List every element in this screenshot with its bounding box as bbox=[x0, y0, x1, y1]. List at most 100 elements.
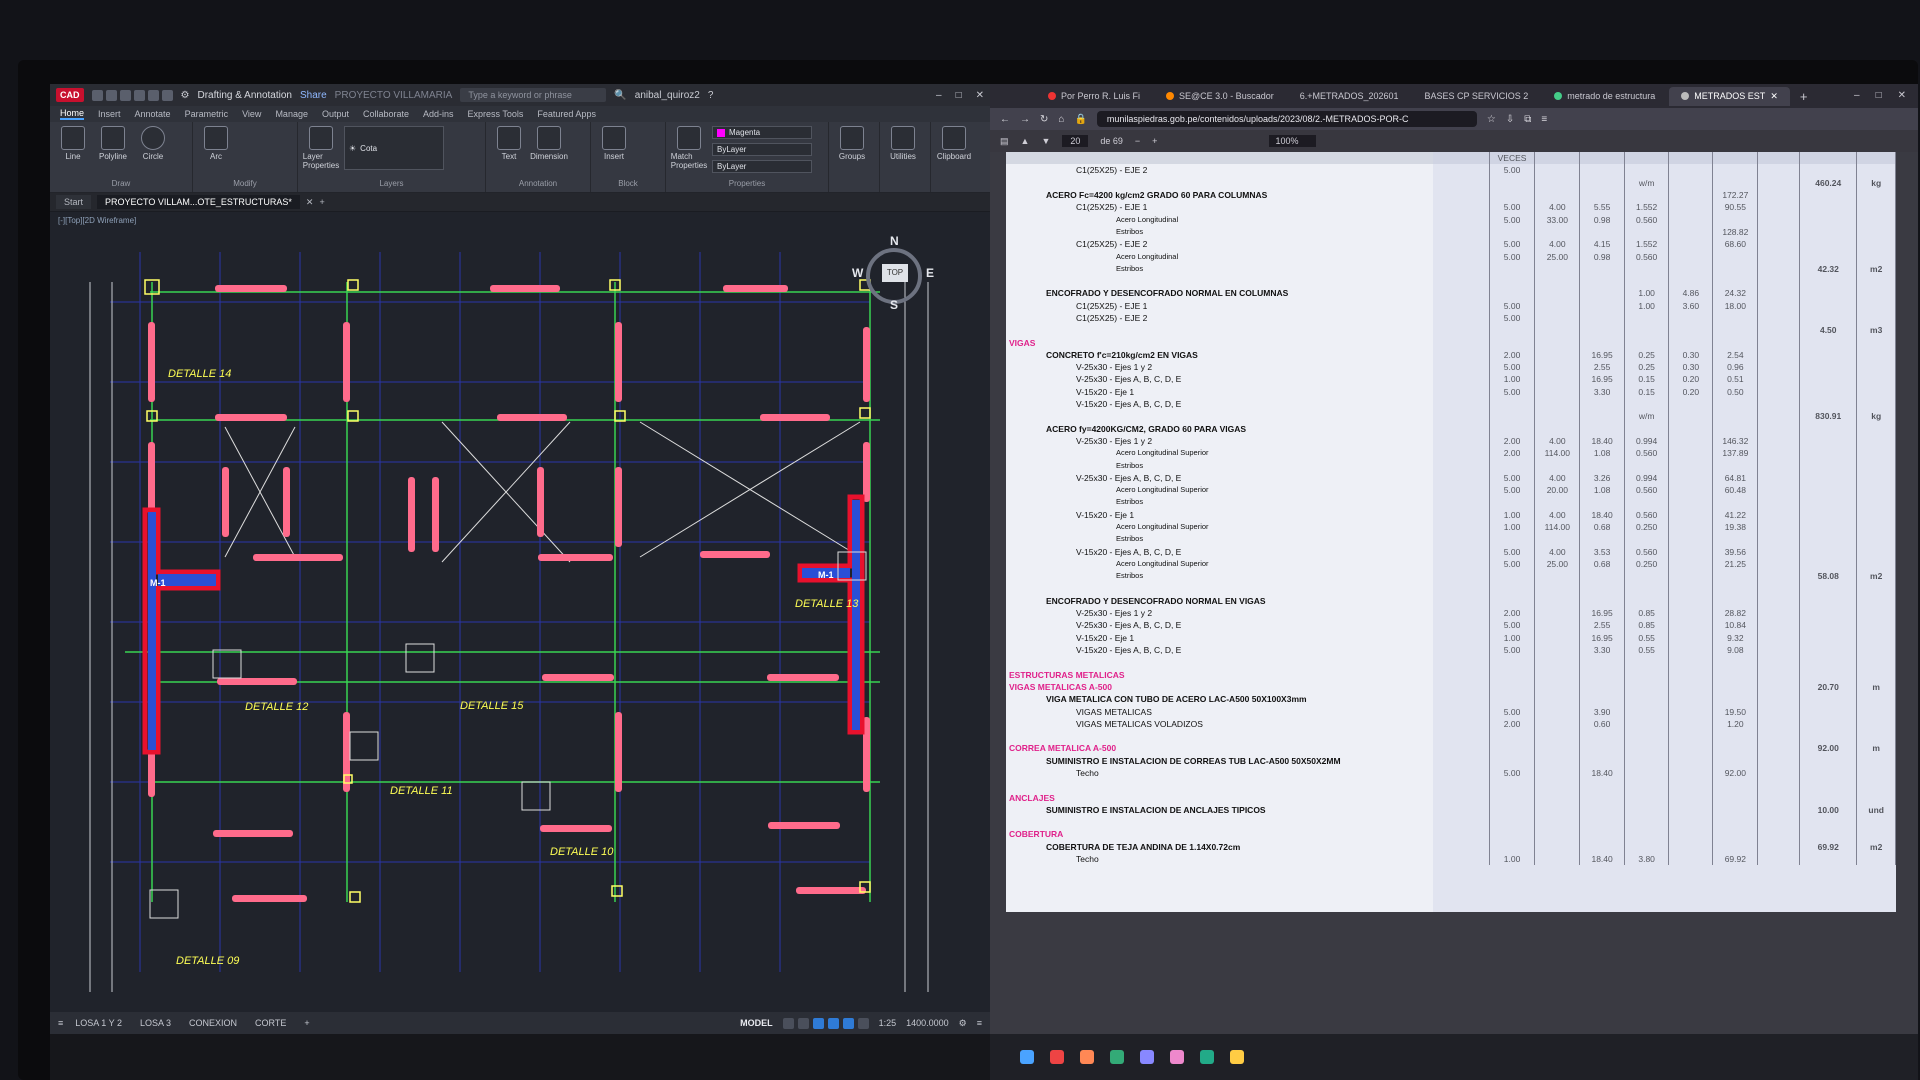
save-icon[interactable] bbox=[119, 89, 131, 101]
grid-icon[interactable] bbox=[782, 1017, 794, 1029]
polar-icon[interactable] bbox=[827, 1017, 839, 1029]
browser-tab-active[interactable]: METRADOS EST ✕ bbox=[1669, 86, 1790, 106]
detail-10-label[interactable]: DETALLE 10 bbox=[550, 846, 614, 858]
line-tool[interactable]: Line bbox=[56, 126, 90, 161]
whatsapp-icon[interactable] bbox=[1110, 1050, 1124, 1064]
tab-addins[interactable]: Add-ins bbox=[423, 109, 454, 119]
linetype-dropdown[interactable]: ByLayer bbox=[712, 143, 812, 156]
search-icon[interactable]: 🔍 bbox=[614, 90, 626, 101]
model-space-button[interactable]: MODEL bbox=[740, 1018, 773, 1028]
match-properties-button[interactable]: Match Properties bbox=[671, 126, 707, 173]
tab-manage[interactable]: Manage bbox=[275, 109, 308, 119]
browser-tab-5[interactable]: metrado de estructura bbox=[1542, 87, 1667, 105]
share-button[interactable]: Share bbox=[300, 90, 327, 101]
tab-start[interactable]: Start bbox=[56, 195, 92, 209]
folder-icon[interactable] bbox=[1230, 1050, 1244, 1064]
lock-icon[interactable]: 🔒 bbox=[1074, 114, 1086, 125]
otrack-icon[interactable] bbox=[857, 1017, 869, 1029]
minimize-icon[interactable]: – bbox=[936, 90, 942, 101]
settings-gear-icon[interactable]: ⚙ bbox=[959, 1018, 967, 1029]
polyline-tool[interactable]: Polyline bbox=[96, 126, 130, 161]
close-icon[interactable]: ✕ bbox=[1898, 90, 1906, 101]
help-icon[interactable]: ? bbox=[708, 90, 714, 101]
workspace-selector[interactable]: Drafting & Annotation bbox=[197, 90, 292, 101]
search-input[interactable]: Type a keyword or phrase bbox=[460, 88, 607, 102]
user-account[interactable]: anibal_quiroz2 bbox=[635, 90, 700, 101]
sidebar-toggle-icon[interactable]: ▤ bbox=[1000, 136, 1009, 147]
print-icon[interactable] bbox=[133, 89, 145, 101]
osnap-icon[interactable] bbox=[842, 1017, 854, 1029]
reload-icon[interactable]: ↻ bbox=[1040, 114, 1048, 125]
star-icon[interactable]: ☆ bbox=[1487, 114, 1496, 125]
close-tab-icon[interactable]: ✕ bbox=[306, 197, 314, 208]
maximize-icon[interactable]: □ bbox=[956, 90, 962, 101]
close-tab-icon[interactable]: ✕ bbox=[1770, 91, 1778, 102]
viewcube-top-face[interactable]: TOP bbox=[882, 264, 908, 282]
add-layout-icon[interactable]: + bbox=[302, 1018, 311, 1028]
layer-properties-button[interactable]: Layer Properties bbox=[303, 126, 339, 170]
home-icon[interactable]: ⌂ bbox=[1058, 114, 1064, 125]
app-logo[interactable]: CAD bbox=[56, 88, 84, 102]
clipboard-button[interactable]: Clipboard bbox=[937, 126, 971, 161]
zoom-in-icon[interactable]: + bbox=[1152, 136, 1157, 146]
tab-featured-apps[interactable]: Featured Apps bbox=[537, 109, 596, 119]
tab-express-tools[interactable]: Express Tools bbox=[468, 109, 524, 119]
page-number-input[interactable]: 20 bbox=[1062, 135, 1089, 147]
customize-icon[interactable]: ≡ bbox=[977, 1018, 982, 1028]
utilities-button[interactable]: Utilities bbox=[886, 126, 920, 161]
forward-arrow-icon[interactable]: → bbox=[1020, 114, 1030, 125]
annotation-scale[interactable]: 1:25 bbox=[879, 1018, 897, 1028]
browser-tab-1[interactable]: Por Perro R. Luis Fi bbox=[1036, 87, 1152, 105]
zoom-select[interactable]: 100% bbox=[1269, 135, 1317, 147]
tab-drawing[interactable]: PROYECTO VILLAM...OTE_ESTRUCTURAS* bbox=[97, 195, 300, 209]
tab-conexion[interactable]: CONEXION bbox=[187, 1018, 239, 1028]
vscode-icon[interactable] bbox=[1140, 1050, 1154, 1064]
detail-09-label[interactable]: DETALLE 09 bbox=[176, 955, 239, 967]
tab-losa-1-y-2[interactable]: LOSA 1 Y 2 bbox=[73, 1018, 124, 1028]
minimize-icon[interactable]: – bbox=[1854, 90, 1860, 101]
detail-14-label[interactable]: DETALLE 14 bbox=[168, 368, 231, 380]
compass-west[interactable]: W bbox=[852, 266, 863, 280]
gear-icon[interactable]: ⚙ bbox=[181, 90, 190, 101]
tab-parametric[interactable]: Parametric bbox=[185, 109, 229, 119]
tab-home[interactable]: Home bbox=[60, 108, 85, 120]
compass-south[interactable]: S bbox=[890, 298, 898, 312]
tab-corte[interactable]: CORTE bbox=[253, 1018, 288, 1028]
color-dropdown[interactable]: Magenta bbox=[712, 126, 812, 139]
close-icon[interactable]: ✕ bbox=[976, 90, 984, 101]
structural-plan[interactable]: DETALLE 14 DETALLE 13 DETALLE 12 DETALLE… bbox=[50, 212, 990, 1012]
tab-insert[interactable]: Insert bbox=[98, 109, 121, 119]
menu-icon[interactable]: ≡ bbox=[1541, 114, 1547, 125]
arc-tool[interactable]: Arc bbox=[199, 126, 233, 161]
dimension-tool[interactable]: Dimension bbox=[530, 126, 568, 161]
tab-annotate[interactable]: Annotate bbox=[135, 109, 171, 119]
ortho-icon[interactable] bbox=[812, 1017, 824, 1029]
detail-11-label[interactable]: DETALLE 11 bbox=[390, 785, 453, 797]
insert-button[interactable]: Insert bbox=[597, 126, 631, 161]
tab-output[interactable]: Output bbox=[322, 109, 349, 119]
viewcube[interactable]: TOP N S E W bbox=[852, 234, 934, 312]
excel-icon[interactable] bbox=[1200, 1050, 1214, 1064]
drawing-viewport[interactable]: DETALLE 14 DETALLE 13 DETALLE 12 DETALLE… bbox=[50, 212, 990, 1012]
redo-icon[interactable] bbox=[161, 89, 173, 101]
onenote-icon[interactable] bbox=[1170, 1050, 1184, 1064]
back-arrow-icon[interactable]: ← bbox=[1000, 114, 1010, 125]
firefox-icon[interactable] bbox=[1080, 1050, 1094, 1064]
page-down-icon[interactable]: ▼ bbox=[1041, 136, 1050, 146]
download-icon[interactable]: ⇩ bbox=[1506, 114, 1514, 125]
snap-icon[interactable] bbox=[797, 1017, 809, 1029]
tab-view[interactable]: View bbox=[242, 109, 261, 119]
new-tab-icon[interactable]: + bbox=[1792, 89, 1816, 104]
lineweight-dropdown[interactable]: ByLayer bbox=[712, 160, 812, 173]
new-icon[interactable] bbox=[91, 89, 103, 101]
viewport-label[interactable]: [-][Top][2D Wireframe] bbox=[58, 216, 136, 225]
browser-tab-2[interactable]: SE@CE 3.0 - Buscador bbox=[1154, 87, 1286, 105]
pdf-viewer[interactable]: VECES C1(25X25) - EJE 2 5.00 w/m 460.24 kg AC… bbox=[990, 152, 1918, 1080]
tab-collaborate[interactable]: Collaborate bbox=[363, 109, 409, 119]
zoom-out-icon[interactable]: − bbox=[1135, 136, 1140, 146]
url-bar[interactable]: munilaspiedras.gob.pe/contenidos/uploads… bbox=[1096, 111, 1477, 127]
windows-start-icon[interactable] bbox=[1020, 1050, 1034, 1064]
browser-tab-4[interactable]: BASES CP SERVICIOS 2 bbox=[1413, 87, 1541, 105]
groups-button[interactable]: Groups bbox=[835, 126, 869, 161]
text-tool[interactable]: Text bbox=[492, 126, 526, 161]
